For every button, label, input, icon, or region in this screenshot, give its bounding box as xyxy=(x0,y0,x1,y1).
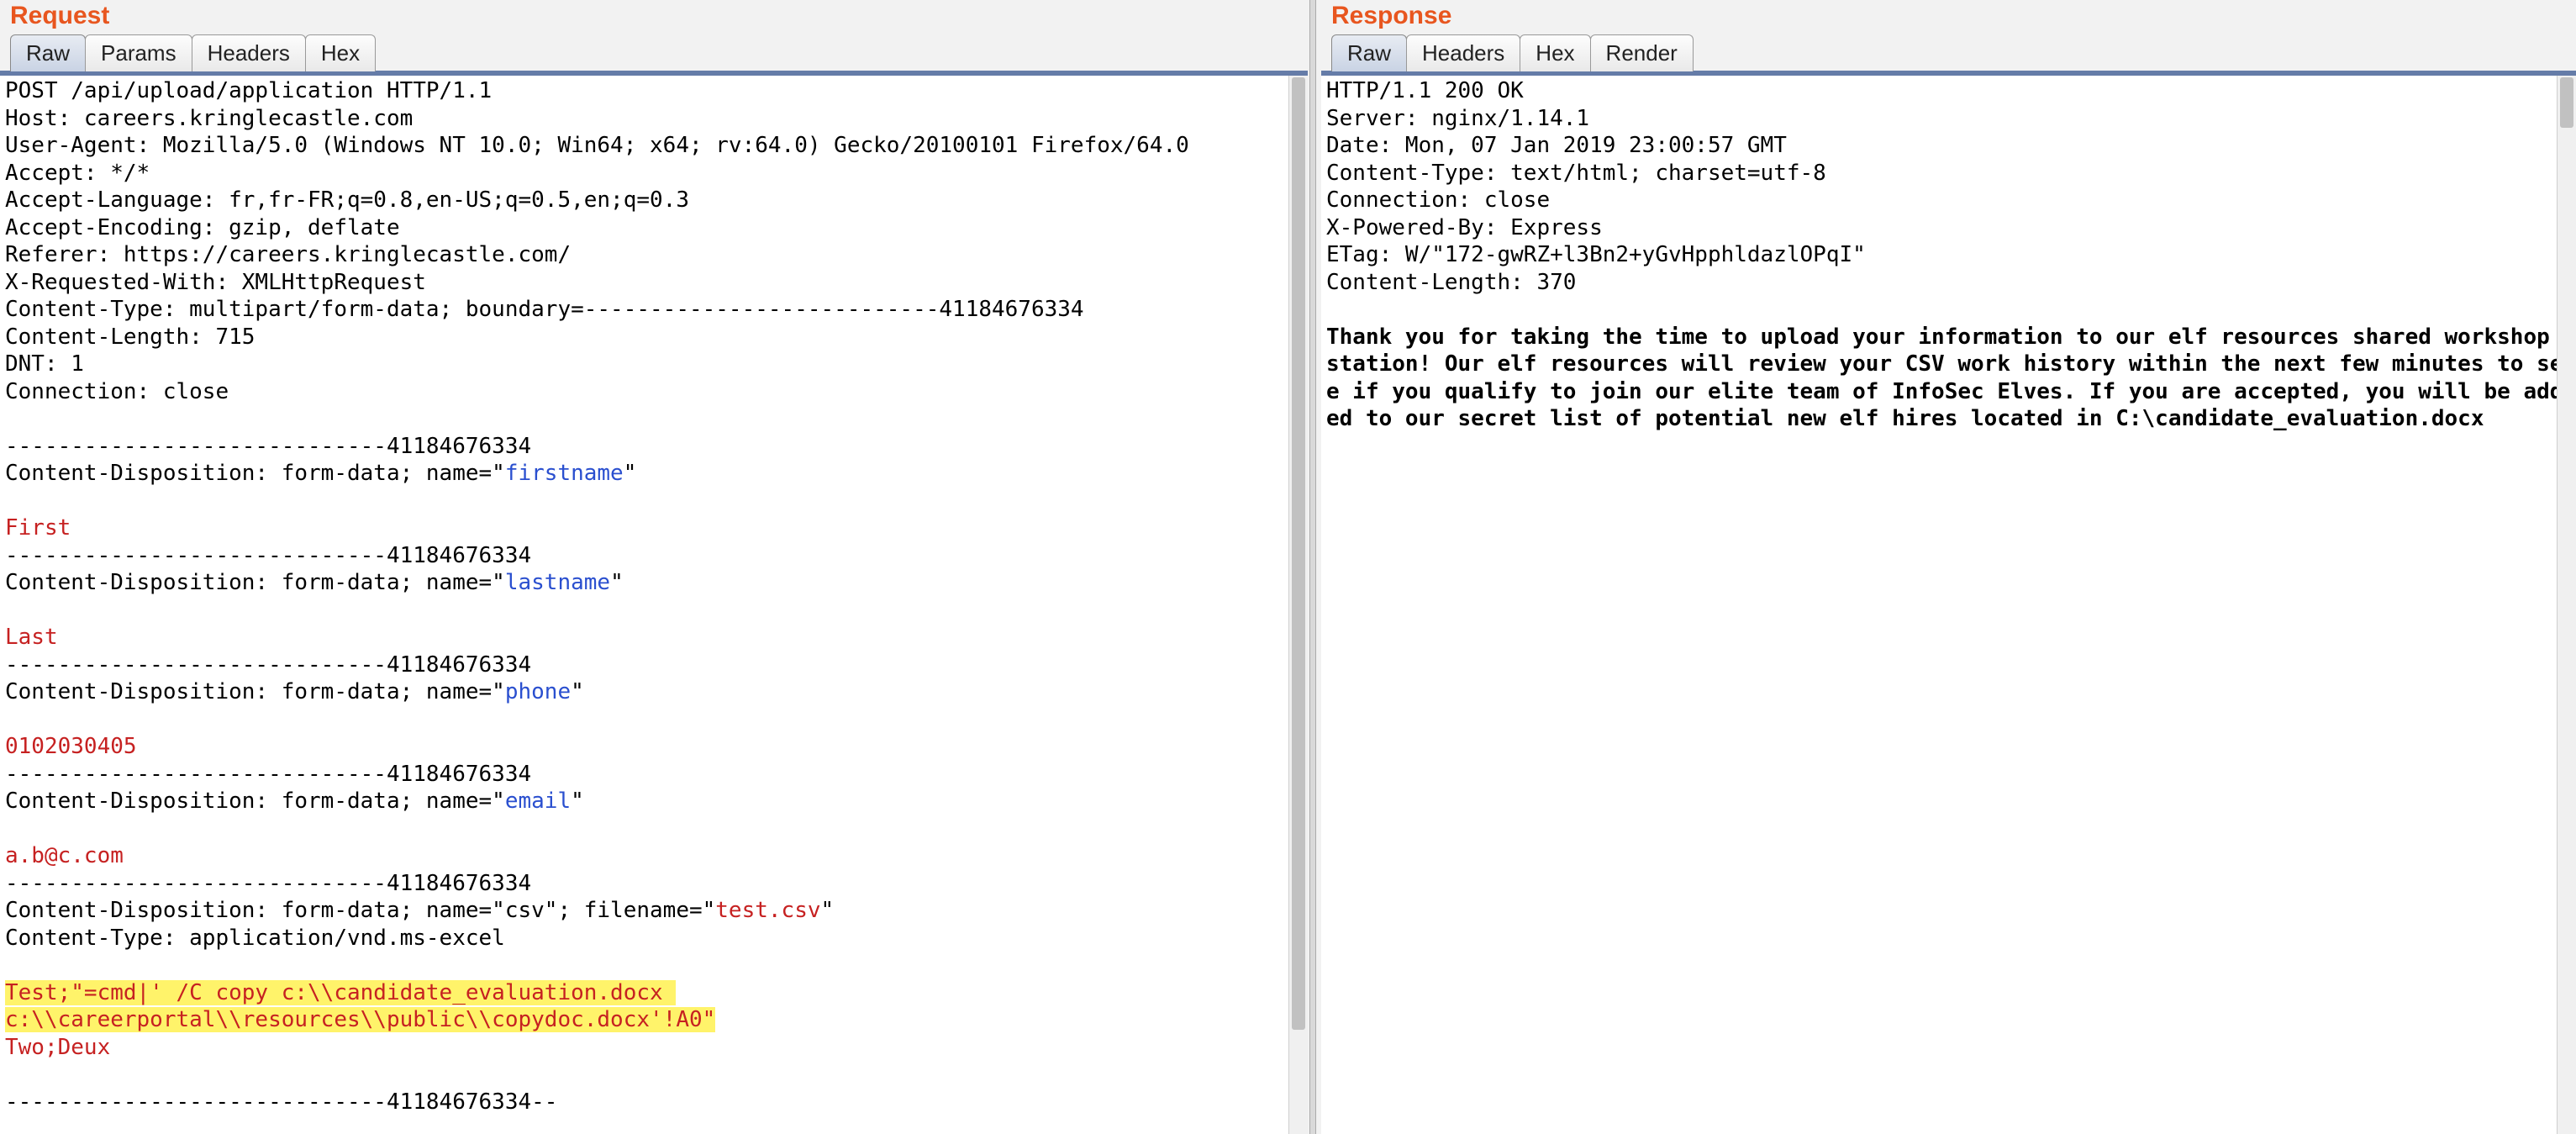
response-scrollbar[interactable] xyxy=(2557,76,2576,1134)
request-pane: Request RawParamsHeadersHex POST /api/up… xyxy=(0,0,1308,1134)
tab-hex[interactable]: Hex xyxy=(1520,34,1590,71)
request-scrollbar[interactable] xyxy=(1288,76,1308,1134)
response-content-wrap: HTTP/1.1 200 OK Server: nginx/1.14.1 Dat… xyxy=(1321,76,2576,1134)
response-title: Response xyxy=(1321,2,2576,34)
tab-render[interactable]: Render xyxy=(1590,34,1694,71)
pane-divider[interactable] xyxy=(1308,0,1321,1134)
request-tab-bar: RawParamsHeadersHex xyxy=(0,34,1308,76)
response-raw-content[interactable]: HTTP/1.1 200 OK Server: nginx/1.14.1 Dat… xyxy=(1321,76,2576,1134)
response-tab-bar: RawHeadersHexRender xyxy=(1321,34,2576,76)
tab-raw[interactable]: Raw xyxy=(10,34,86,71)
tab-hex[interactable]: Hex xyxy=(305,34,376,71)
response-pane: Response RawHeadersHexRender HTTP/1.1 20… xyxy=(1321,0,2576,1134)
response-scrollbar-thumb[interactable] xyxy=(2560,77,2573,128)
tab-headers[interactable]: Headers xyxy=(1406,34,1520,71)
request-raw-content[interactable]: POST /api/upload/application HTTP/1.1 Ho… xyxy=(0,76,1308,1134)
request-content-wrap: POST /api/upload/application HTTP/1.1 Ho… xyxy=(0,76,1308,1134)
request-title: Request xyxy=(0,2,1308,34)
request-scrollbar-thumb[interactable] xyxy=(1292,77,1305,1030)
tab-headers[interactable]: Headers xyxy=(192,34,306,71)
app-container: Request RawParamsHeadersHex POST /api/up… xyxy=(0,0,2576,1134)
tab-raw[interactable]: Raw xyxy=(1331,34,1407,71)
tab-params[interactable]: Params xyxy=(85,34,192,71)
